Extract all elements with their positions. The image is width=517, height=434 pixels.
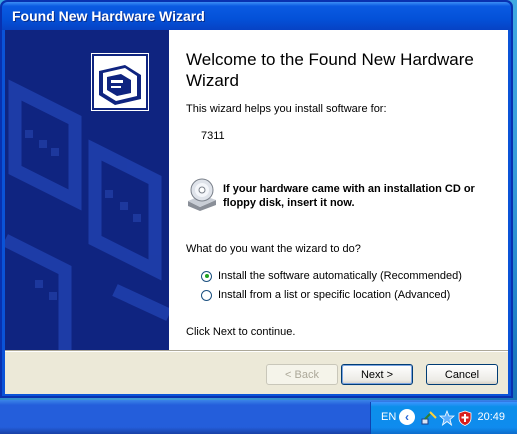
intro-text: This wizard helps you install software f… [186, 103, 387, 115]
button-separator [5, 350, 508, 352]
device-name: 7311 [201, 130, 225, 142]
system-clock[interactable]: 20:49 [477, 411, 505, 423]
language-indicator[interactable]: EN [381, 411, 396, 423]
option-label: Install from a list or specific location… [218, 289, 451, 301]
wizard-window: Found New Hardware Wizard Welcome to the… [0, 0, 513, 398]
title-bar[interactable]: Found New Hardware Wizard [2, 2, 511, 30]
hardware-icon [91, 53, 149, 111]
chevron-left-icon[interactable]: ‹ [399, 409, 415, 425]
cancel-button[interactable]: Cancel [426, 364, 498, 385]
network-icon[interactable] [421, 410, 437, 426]
question-text: What do you want the wizard to do? [186, 243, 361, 255]
cd-instruction: If your hardware came with an installati… [223, 183, 475, 209]
back-button[interactable]: < Back [266, 364, 338, 385]
option-label: Install the software automatically (Reco… [218, 270, 462, 282]
next-button[interactable]: Next > [341, 364, 413, 385]
dialog-client: Welcome to the Found New Hardware Wizard… [5, 30, 508, 394]
star-icon[interactable] [439, 410, 455, 426]
radio-button[interactable] [201, 289, 212, 301]
option-install-automatically[interactable]: Install the software automatically (Reco… [201, 270, 462, 282]
option-install-from-list[interactable]: Install from a list or specific location… [201, 289, 450, 301]
continue-hint: Click Next to continue. [186, 326, 296, 338]
radio-button[interactable] [201, 270, 212, 282]
shield-icon[interactable] [457, 410, 473, 426]
wizard-side-panel [5, 30, 169, 350]
page-heading: Welcome to the Found New Hardware Wizard [186, 50, 474, 90]
taskbar: EN ‹ 20:49 [0, 400, 517, 434]
system-tray: EN ‹ 20:49 [370, 402, 517, 434]
wizard-content: Welcome to the Found New Hardware Wizard… [169, 30, 508, 350]
cd-drive-icon [186, 177, 218, 211]
window-title: Found New Hardware Wizard [12, 8, 205, 24]
